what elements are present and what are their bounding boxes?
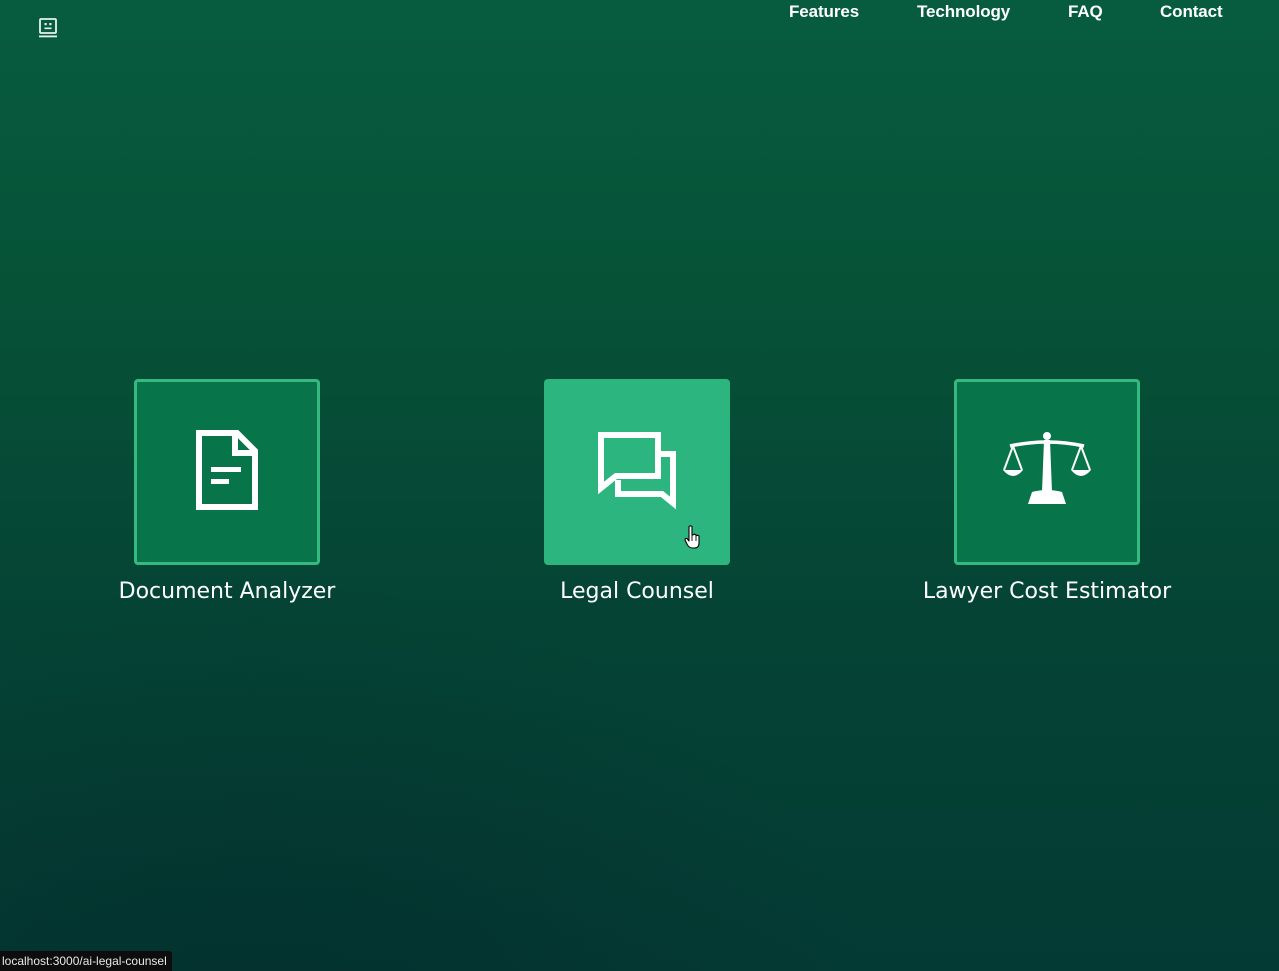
- lawyer-cost-estimator-label: Lawyer Cost Estimator: [922, 579, 1172, 604]
- legal-counsel-label: Legal Counsel: [560, 579, 714, 604]
- document-icon: [195, 429, 259, 515]
- document-analyzer-label: Document Analyzer: [118, 579, 336, 604]
- nav-link-contact[interactable]: Contact: [1160, 0, 1223, 24]
- logo-robot-icon[interactable]: [38, 17, 58, 39]
- document-analyzer-card[interactable]: [134, 379, 320, 565]
- nav-link-features[interactable]: Features: [789, 0, 859, 24]
- status-bar-url: localhost:3000/ai-legal-counsel: [0, 951, 172, 971]
- legal-counsel-card[interactable]: [544, 379, 730, 565]
- nav-link-technology[interactable]: Technology: [917, 0, 1010, 24]
- lawyer-cost-estimator-card[interactable]: [954, 379, 1140, 565]
- chat-bubbles-icon: [596, 430, 678, 514]
- scales-icon: [1002, 430, 1092, 514]
- hand-cursor-icon: [684, 524, 702, 550]
- nav-link-faq[interactable]: FAQ: [1068, 0, 1103, 24]
